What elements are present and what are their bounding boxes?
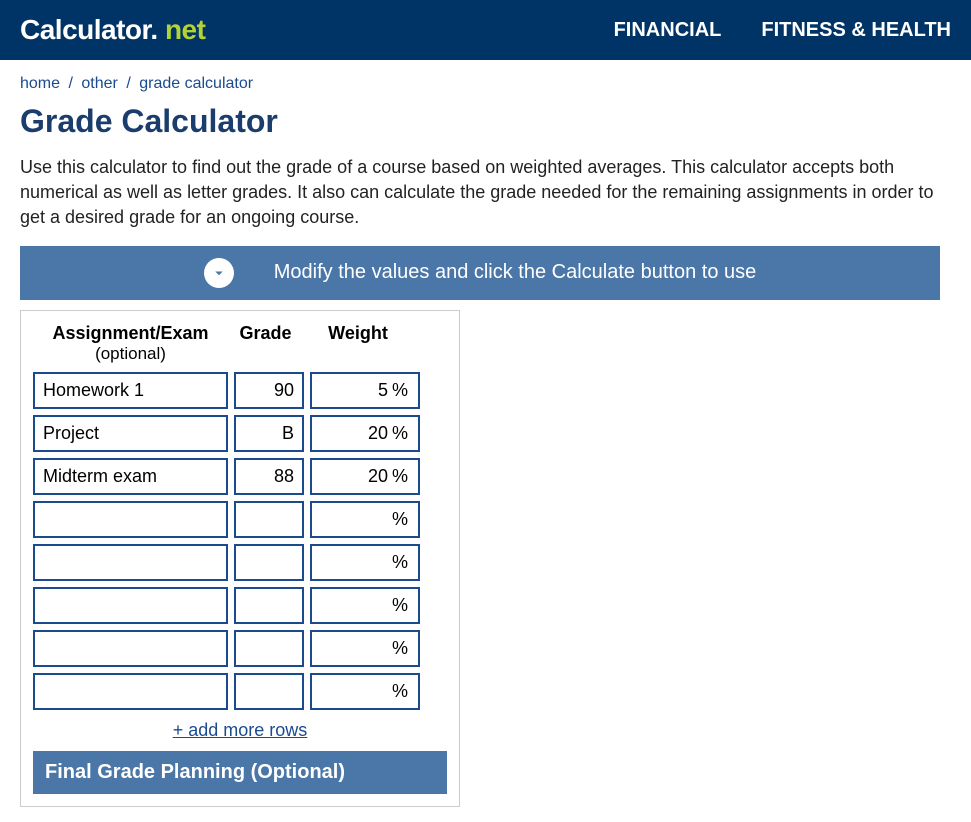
grade-input[interactable] (234, 415, 304, 452)
instruction-banner: Modify the values and click the Calculat… (20, 246, 940, 300)
weight-input[interactable] (312, 374, 392, 407)
col-header-assignment-label: Assignment/Exam (52, 323, 208, 343)
weight-input[interactable] (312, 546, 392, 579)
logo-dot: . (150, 14, 157, 45)
weight-input-wrap: % (310, 587, 420, 624)
site-header: Calculator. net FINANCIAL FITNESS & HEAL… (0, 0, 971, 60)
weight-input-wrap: % (310, 372, 420, 409)
nav-financial[interactable]: FINANCIAL (614, 19, 722, 42)
weight-input[interactable] (312, 460, 392, 493)
grade-input[interactable] (234, 372, 304, 409)
table-row: % (33, 544, 447, 581)
percent-label: % (392, 380, 414, 401)
grade-input[interactable] (234, 587, 304, 624)
breadcrumb-other[interactable]: other (81, 75, 117, 92)
breadcrumb: home / other / grade calculator (20, 75, 940, 93)
assignment-input[interactable] (33, 501, 228, 538)
logo-main: Calculator (20, 14, 150, 45)
page-content: home / other / grade calculator Grade Ca… (0, 60, 960, 822)
table-row: % (33, 587, 447, 624)
table-row: % (33, 415, 447, 452)
col-header-grade: Grade (228, 323, 303, 364)
weight-input-wrap: % (310, 630, 420, 667)
percent-label: % (392, 552, 414, 573)
grade-input[interactable] (234, 458, 304, 495)
add-rows-wrap: + add more rows (33, 720, 447, 741)
percent-label: % (392, 466, 414, 487)
table-row: % (33, 630, 447, 667)
weight-input-wrap: % (310, 544, 420, 581)
final-grade-section-header: Final Grade Planning (Optional) (33, 751, 447, 794)
description-text: Use this calculator to find out the grad… (20, 155, 940, 231)
table-row: % (33, 673, 447, 710)
weight-input[interactable] (312, 632, 392, 665)
percent-label: % (392, 638, 414, 659)
assignment-input[interactable] (33, 544, 228, 581)
grade-input[interactable] (234, 544, 304, 581)
banner-text: Modify the values and click the Calculat… (274, 261, 757, 284)
weight-input[interactable] (312, 503, 392, 536)
percent-label: % (392, 509, 414, 530)
assignment-input[interactable] (33, 372, 228, 409)
main-nav: FINANCIAL FITNESS & HEALTH (614, 19, 951, 42)
add-rows-link[interactable]: + add more rows (173, 720, 308, 740)
weight-input-wrap: % (310, 415, 420, 452)
chevron-down-circle-icon (204, 258, 234, 288)
weight-input-wrap: % (310, 458, 420, 495)
percent-label: % (392, 681, 414, 702)
col-header-weight: Weight (303, 323, 413, 364)
table-row: % (33, 372, 447, 409)
assignment-input[interactable] (33, 630, 228, 667)
weight-input[interactable] (312, 417, 392, 450)
assignment-input[interactable] (33, 458, 228, 495)
weight-input-wrap: % (310, 673, 420, 710)
weight-input-wrap: % (310, 501, 420, 538)
col-header-assignment-optional: (optional) (33, 344, 228, 364)
page-title: Grade Calculator (20, 103, 940, 140)
grade-input[interactable] (234, 630, 304, 667)
assignment-input[interactable] (33, 415, 228, 452)
breadcrumb-home[interactable]: home (20, 75, 60, 92)
table-row: % (33, 501, 447, 538)
breadcrumb-current[interactable]: grade calculator (139, 75, 253, 92)
table-header: Assignment/Exam (optional) Grade Weight (33, 323, 447, 364)
percent-label: % (392, 423, 414, 444)
calculator-panel: Assignment/Exam (optional) Grade Weight … (20, 310, 460, 807)
weight-input[interactable] (312, 675, 392, 708)
assignment-input[interactable] (33, 673, 228, 710)
assignment-input[interactable] (33, 587, 228, 624)
logo-net: net (165, 14, 206, 45)
percent-label: % (392, 595, 414, 616)
table-row: % (33, 458, 447, 495)
grade-input[interactable] (234, 673, 304, 710)
breadcrumb-sep: / (68, 75, 72, 92)
breadcrumb-sep: / (126, 75, 130, 92)
weight-input[interactable] (312, 589, 392, 622)
site-logo[interactable]: Calculator. net (20, 14, 205, 46)
col-header-assignment: Assignment/Exam (optional) (33, 323, 228, 364)
grade-table: Assignment/Exam (optional) Grade Weight … (33, 323, 447, 794)
grade-input[interactable] (234, 501, 304, 538)
nav-fitness-health[interactable]: FITNESS & HEALTH (761, 19, 951, 42)
